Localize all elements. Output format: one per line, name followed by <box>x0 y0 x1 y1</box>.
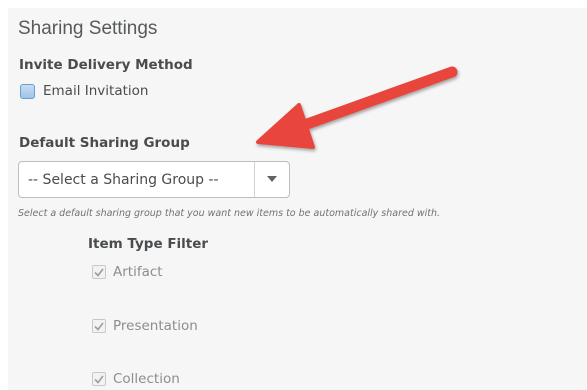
red-arrow-icon <box>256 66 458 149</box>
